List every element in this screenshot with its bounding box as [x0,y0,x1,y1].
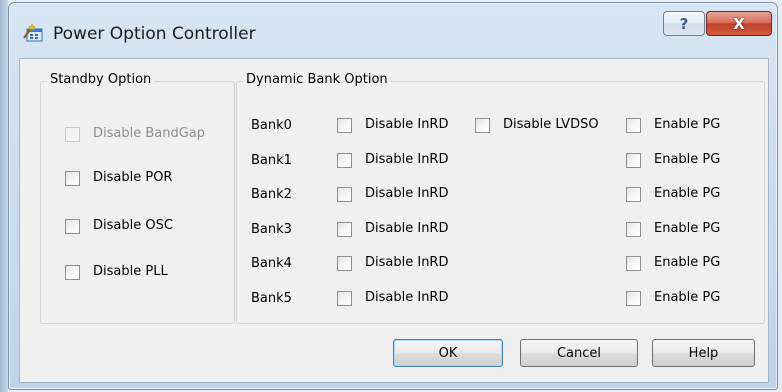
bank4-label: Bank4 [251,256,292,271]
bank0-disable-inrd-checkbox[interactable] [337,118,352,133]
disable-bandgap-label: Disable BandGap [93,126,206,141]
close-x-icon: X [733,14,745,33]
bank1-enable-pg-label: Enable PG [654,152,721,167]
bank2-disable-inrd-checkbox[interactable] [337,187,352,202]
bank0-enable-pg-label: Enable PG [654,117,721,132]
question-mark-icon: ? [679,14,689,33]
bank0-enable-pg-checkbox[interactable] [626,118,641,133]
bank1-disable-inrd-label: Disable InRD [365,152,449,167]
bank1-enable-pg-checkbox[interactable] [626,153,641,168]
bank3-label: Bank3 [251,222,292,237]
bank1-label: Bank1 [251,153,292,168]
bank2-enable-pg-checkbox[interactable] [626,187,641,202]
bank2-enable-pg-label: Enable PG [654,186,721,201]
bank3-disable-inrd-checkbox[interactable] [337,222,352,237]
cancel-button[interactable]: Cancel [520,339,638,367]
disable-osc-label: Disable OSC [93,218,173,233]
bank2-label: Bank2 [251,187,292,202]
bank4-enable-pg-checkbox[interactable] [626,256,641,271]
bank4-disable-inrd-checkbox[interactable] [337,256,352,271]
app-wand-icon [23,23,43,42]
bank2-disable-inrd-label: Disable InRD [365,186,449,201]
disable-bandgap-checkbox[interactable] [65,127,80,142]
bank5-disable-inrd-label: Disable InRD [365,290,449,305]
bank1-disable-inrd-checkbox[interactable] [337,153,352,168]
bank4-enable-pg-label: Enable PG [654,255,721,270]
bank5-label: Bank5 [251,291,292,306]
bank3-enable-pg-label: Enable PG [654,221,721,236]
help-button[interactable]: Help [652,339,755,367]
standby-option-legend: Standby Option [47,72,155,87]
bank0-disable-lvdso-checkbox[interactable] [475,118,490,133]
bank0-label: Bank0 [251,118,292,133]
disable-pll-checkbox[interactable] [65,265,80,280]
disable-osc-checkbox[interactable] [65,219,80,234]
bank5-enable-pg-label: Enable PG [654,290,721,305]
title-close-button[interactable]: X [706,11,772,36]
dynamic-bank-option-legend: Dynamic Bank Option [243,72,391,87]
bank5-enable-pg-checkbox[interactable] [626,291,641,306]
ok-button[interactable]: OK [393,339,503,367]
bank5-disable-inrd-checkbox[interactable] [337,291,352,306]
title-bar[interactable]: Power Option Controller ? X [9,3,777,53]
disable-por-label: Disable POR [93,170,173,185]
dialog-window: Power Option Controller ? X Standby Opti… [8,2,778,390]
disable-pll-label: Disable PLL [93,264,168,279]
title-help-button[interactable]: ? [663,11,705,36]
standby-option-group: Standby Option [40,72,235,324]
bank4-disable-inrd-label: Disable InRD [365,255,449,270]
desktop-edge [0,0,8,392]
disable-por-checkbox[interactable] [65,171,80,186]
bank3-disable-inrd-label: Disable InRD [365,221,449,236]
dialog-client-area: Standby Option Disable BandGap Disable P… [19,58,769,383]
window-title: Power Option Controller [53,24,256,44]
bank0-disable-lvdso-label: Disable LVDSO [503,117,599,132]
bank3-enable-pg-checkbox[interactable] [626,222,641,237]
bank0-disable-inrd-label: Disable InRD [365,117,449,132]
